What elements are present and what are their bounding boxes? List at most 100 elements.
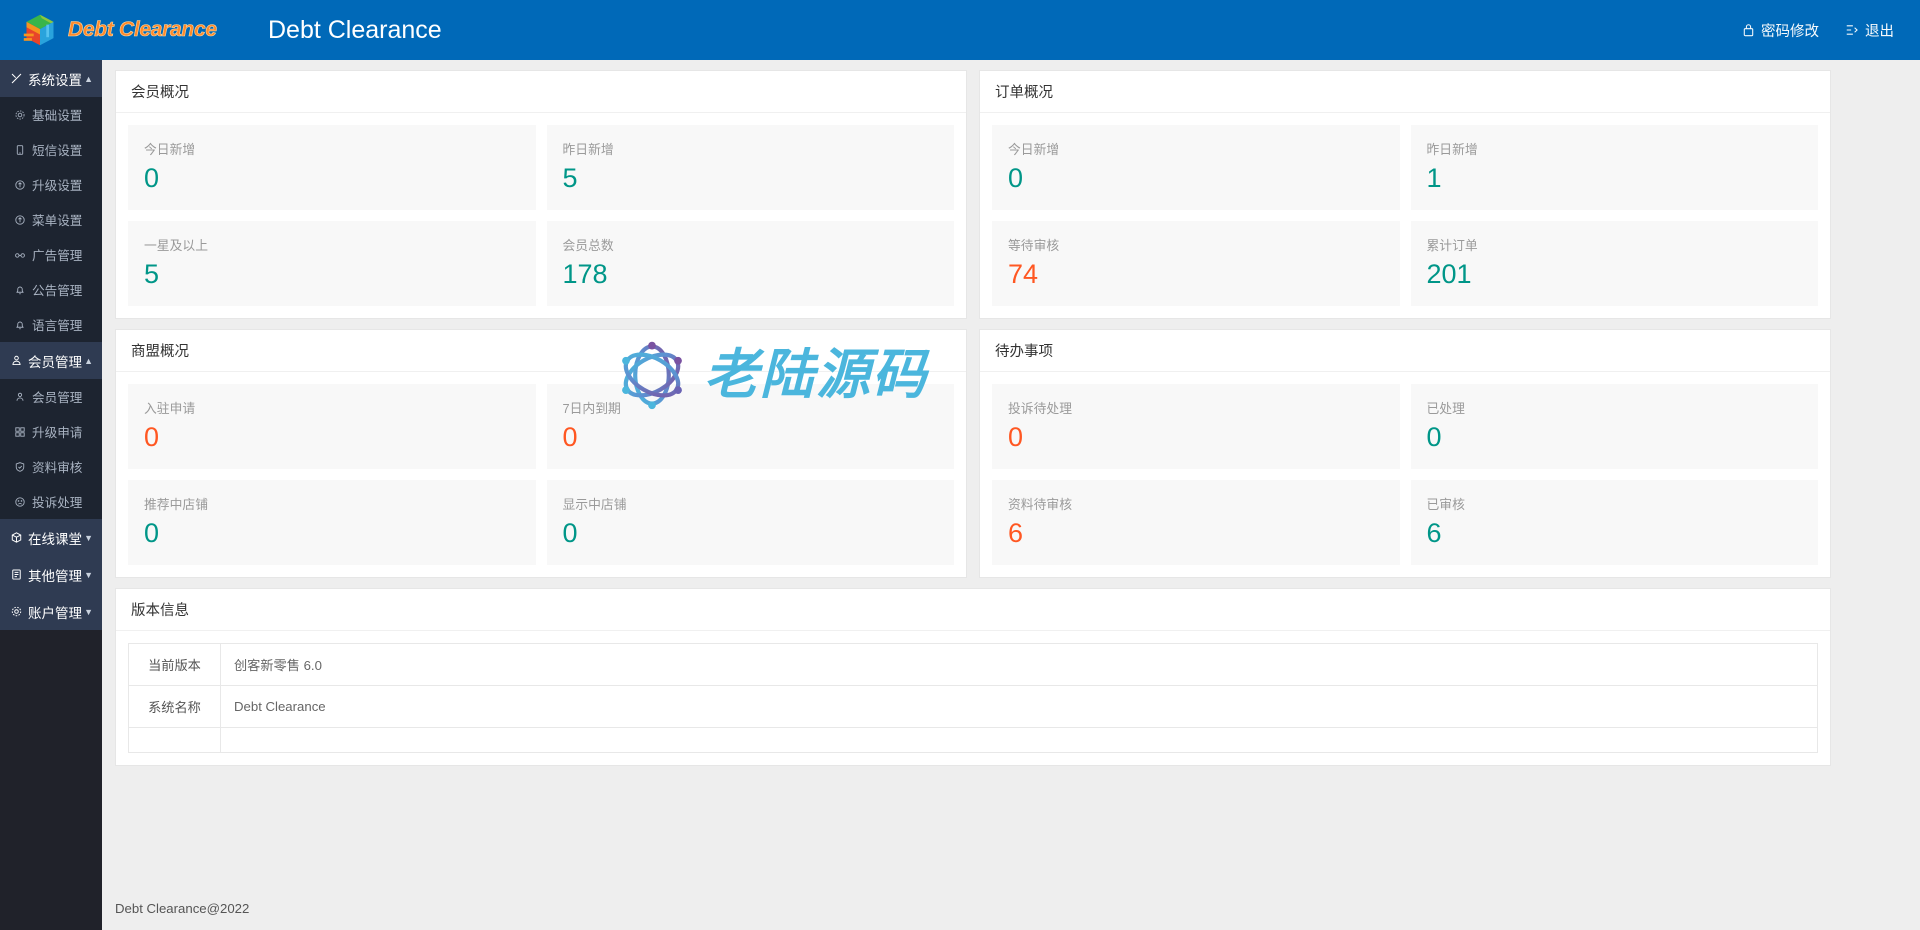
panel-order-overview: 订单概况 今日新增 0 昨日新增 1 等待审核 74 累计订 bbox=[979, 70, 1831, 319]
stat-label: 7日内到期 bbox=[563, 398, 939, 417]
stat-label: 一星及以上 bbox=[144, 235, 520, 254]
stat-label: 入驻申请 bbox=[144, 398, 520, 417]
stat-tile[interactable]: 累计订单 201 bbox=[1411, 221, 1819, 306]
change-password-link[interactable]: 密码修改 bbox=[1742, 20, 1819, 41]
sidebar-submenu-member-management: 会员管理 升级申请 资料审核 bbox=[0, 379, 102, 519]
sidebar-group-label: 会员管理 bbox=[28, 351, 82, 371]
sidebar-group-member-management[interactable]: 会员管理 ▲ bbox=[0, 342, 102, 379]
table-row: 系统名称 Debt Clearance bbox=[129, 686, 1818, 728]
stat-label: 等待审核 bbox=[1008, 235, 1384, 254]
stat-label: 资料待审核 bbox=[1008, 494, 1384, 513]
stat-tile[interactable]: 会员总数 178 bbox=[547, 221, 955, 306]
stat-value: 201 bbox=[1427, 261, 1803, 288]
sidebar-item-announcement-management[interactable]: 公告管理 bbox=[0, 272, 102, 307]
sidebar-group-label: 账户管理 bbox=[28, 602, 82, 622]
sidebar-item-label: 升级设置 bbox=[32, 175, 82, 194]
chevron-up-icon: ▲ bbox=[84, 356, 93, 366]
panel-title: 待办事项 bbox=[980, 330, 1830, 372]
lock-icon bbox=[1742, 23, 1755, 37]
stat-value: 0 bbox=[144, 165, 520, 192]
sidebar-item-label: 公告管理 bbox=[32, 280, 82, 299]
stat-label: 投诉待处理 bbox=[1008, 398, 1384, 417]
stat-tile[interactable]: 7日内到期 0 bbox=[547, 384, 955, 469]
panel-body: 今日新增 0 昨日新增 5 一星及以上 5 会员总数 178 bbox=[116, 113, 966, 318]
stat-tile[interactable]: 入驻申请 0 bbox=[128, 384, 536, 469]
sidebar-item-basic-settings[interactable]: 基础设置 bbox=[0, 97, 102, 132]
stat-tile[interactable]: 一星及以上 5 bbox=[128, 221, 536, 306]
sidebar-item-complaint-handling[interactable]: 投诉处理 bbox=[0, 484, 102, 519]
sidebar-item-sms-settings[interactable]: 短信设置 bbox=[0, 132, 102, 167]
brand-logo-zone[interactable]: Debt Clearance bbox=[0, 0, 258, 60]
gear-icon bbox=[13, 109, 27, 121]
admin-dashboard-page: Debt Clearance Debt Clearance 密码修改 bbox=[0, 0, 1920, 930]
stat-value: 5 bbox=[563, 165, 939, 192]
top-header: Debt Clearance Debt Clearance 密码修改 bbox=[0, 0, 1920, 60]
stat-label: 昨日新增 bbox=[563, 139, 939, 158]
stat-value: 0 bbox=[144, 424, 520, 451]
chevron-down-icon: ▼ bbox=[84, 570, 93, 580]
user-group-icon bbox=[9, 354, 24, 367]
file-icon bbox=[9, 568, 24, 581]
grid-icon bbox=[13, 426, 27, 438]
sidebar-item-label: 语言管理 bbox=[32, 315, 82, 334]
stat-tile[interactable]: 今日新增 0 bbox=[128, 125, 536, 210]
stat-tile[interactable]: 昨日新增 5 bbox=[547, 125, 955, 210]
table-row: 当前版本 创客新零售 6.0 bbox=[129, 644, 1818, 686]
version-row-key: 系统名称 bbox=[129, 686, 221, 728]
panel-title: 商盟概况 bbox=[116, 330, 966, 372]
stat-value: 6 bbox=[1008, 520, 1384, 547]
sidebar-group-label: 系统设置 bbox=[28, 69, 82, 89]
sidebar-item-menu-settings[interactable]: 菜单设置 bbox=[0, 202, 102, 237]
sidebar-nav: 系统设置 ▲ 基础设置 短信设置 bbox=[0, 60, 102, 930]
stat-value: 0 bbox=[563, 424, 939, 451]
sidebar-item-upgrade-settings[interactable]: 升级设置 bbox=[0, 167, 102, 202]
arrow-up-circle-icon bbox=[13, 214, 27, 226]
page-title: Debt Clearance bbox=[268, 16, 442, 45]
chevron-down-icon: ▼ bbox=[84, 533, 93, 543]
sidebar-group-system-settings[interactable]: 系统设置 ▲ bbox=[0, 60, 102, 97]
glasses-icon bbox=[13, 249, 27, 261]
version-row-key bbox=[129, 728, 221, 753]
settings-icon bbox=[9, 72, 24, 85]
sidebar-item-ad-management[interactable]: 广告管理 bbox=[0, 237, 102, 272]
stat-tile[interactable]: 投诉待处理 0 bbox=[992, 384, 1400, 469]
panel-title: 订单概况 bbox=[980, 71, 1830, 113]
stat-tile[interactable]: 已审核 6 bbox=[1411, 480, 1819, 565]
sidebar-group-other-management[interactable]: 其他管理 ▼ bbox=[0, 556, 102, 593]
stat-value: 0 bbox=[144, 520, 520, 547]
sidebar-item-label: 菜单设置 bbox=[32, 210, 82, 229]
stat-label: 今日新增 bbox=[1008, 139, 1384, 158]
sidebar-item-member-management[interactable]: 会员管理 bbox=[0, 379, 102, 414]
version-info-table: 当前版本 创客新零售 6.0 系统名称 Debt Clearance bbox=[128, 643, 1818, 753]
version-row-key: 当前版本 bbox=[129, 644, 221, 686]
header-actions: 密码修改 退出 bbox=[1742, 20, 1920, 41]
panel-alliance-overview: 商盟概况 入驻申请 0 7日内到期 0 推荐中店铺 0 显示 bbox=[115, 329, 967, 578]
stat-tile[interactable]: 推荐中店铺 0 bbox=[128, 480, 536, 565]
stat-tile[interactable]: 等待审核 74 bbox=[992, 221, 1400, 306]
logout-link[interactable]: 退出 bbox=[1845, 20, 1894, 41]
stat-tile[interactable]: 今日新增 0 bbox=[992, 125, 1400, 210]
stat-tile[interactable]: 已处理 0 bbox=[1411, 384, 1819, 469]
logout-label: 退出 bbox=[1865, 20, 1894, 41]
sidebar-item-upgrade-application[interactable]: 升级申请 bbox=[0, 414, 102, 449]
change-password-label: 密码修改 bbox=[1761, 20, 1819, 41]
sad-face-icon bbox=[13, 496, 27, 508]
stat-tile[interactable]: 资料待审核 6 bbox=[992, 480, 1400, 565]
version-row-value: Debt Clearance bbox=[221, 686, 1818, 728]
stat-value: 0 bbox=[1008, 165, 1384, 192]
bell-icon bbox=[13, 284, 27, 296]
stat-label: 已审核 bbox=[1427, 494, 1803, 513]
stat-value: 178 bbox=[563, 261, 939, 288]
stat-tile[interactable]: 昨日新增 1 bbox=[1411, 125, 1819, 210]
sidebar-group-account-management[interactable]: 账户管理 ▼ bbox=[0, 593, 102, 630]
stat-label: 今日新增 bbox=[144, 139, 520, 158]
sidebar-item-document-review[interactable]: 资料审核 bbox=[0, 449, 102, 484]
stat-tile[interactable]: 显示中店铺 0 bbox=[547, 480, 955, 565]
panel-title: 版本信息 bbox=[116, 589, 1830, 631]
sidebar-group-online-classroom[interactable]: 在线课堂 ▼ bbox=[0, 519, 102, 556]
panel-body: 入驻申请 0 7日内到期 0 推荐中店铺 0 显示中店铺 0 bbox=[116, 372, 966, 577]
stat-label: 显示中店铺 bbox=[563, 494, 939, 513]
sidebar-group-label: 其他管理 bbox=[28, 565, 82, 585]
stat-value: 1 bbox=[1427, 165, 1803, 192]
sidebar-item-language-management[interactable]: 语言管理 bbox=[0, 307, 102, 342]
